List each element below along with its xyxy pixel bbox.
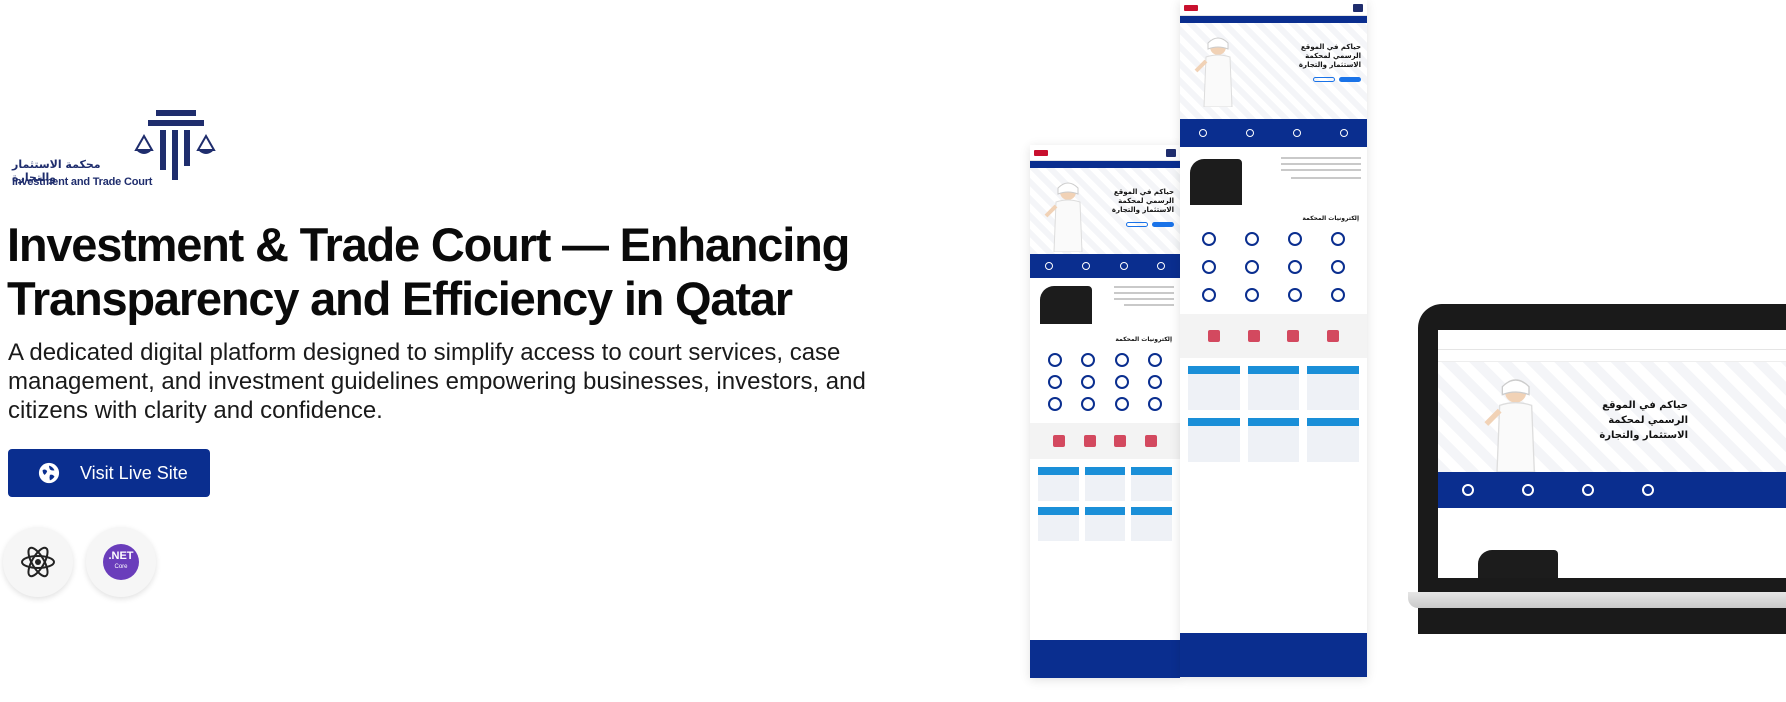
logo-english-text: Investment and Trade Court bbox=[12, 176, 153, 188]
court-logo: محكمة الاستثمار والتجارة Investment and … bbox=[10, 108, 216, 192]
page-description: A dedicated digital platform designed to… bbox=[8, 339, 866, 424]
laptop-mockup: حياكم في الموقع الرسمي لمحكمة الاستثمار … bbox=[1408, 268, 1786, 634]
mockup-hero-title: حياكم في الموقع الرسمي لمحكمة الاستثمار … bbox=[1298, 43, 1361, 69]
dotnet-label: .NET bbox=[108, 550, 134, 562]
character-illustration bbox=[1484, 379, 1536, 472]
dotnet-sublabel: Core bbox=[114, 564, 128, 570]
mockup-services-title: إلكترونيات المحكمة bbox=[1302, 215, 1359, 222]
globe-icon bbox=[38, 462, 60, 484]
dotnet-core-icon: .NET Core bbox=[86, 527, 156, 597]
website-mockup-large: حياكم في الموقع الرسمي لمحكمة الاستثمار … bbox=[1180, 0, 1367, 677]
page-title: Investment & Trade Court — Enhancing Tra… bbox=[7, 218, 850, 325]
laptop-hero-title: حياكم في الموقع الرسمي لمحكمة الاستثمار … bbox=[1599, 400, 1688, 441]
laptop-screen: حياكم في الموقع الرسمي لمحكمة الاستثمار … bbox=[1438, 330, 1786, 578]
visit-live-site-button[interactable]: Visit Live Site bbox=[8, 449, 210, 497]
mockup-hero-title: حياكم في الموقع الرسمي لمحكمة الاستثمار … bbox=[1111, 188, 1174, 214]
character-illustration bbox=[1194, 37, 1233, 107]
cta-label: Visit Live Site bbox=[80, 462, 188, 483]
website-mockup-small: حياكم في الموقع الرسمي لمحكمة الاستثمار … bbox=[1030, 145, 1180, 678]
mockup-services-title: إلكترونيات المحكمة bbox=[1115, 336, 1172, 343]
laptop-base bbox=[1408, 592, 1786, 608]
react-icon bbox=[3, 527, 73, 597]
character-illustration bbox=[1044, 182, 1083, 252]
scales-of-justice-icon bbox=[134, 110, 216, 180]
